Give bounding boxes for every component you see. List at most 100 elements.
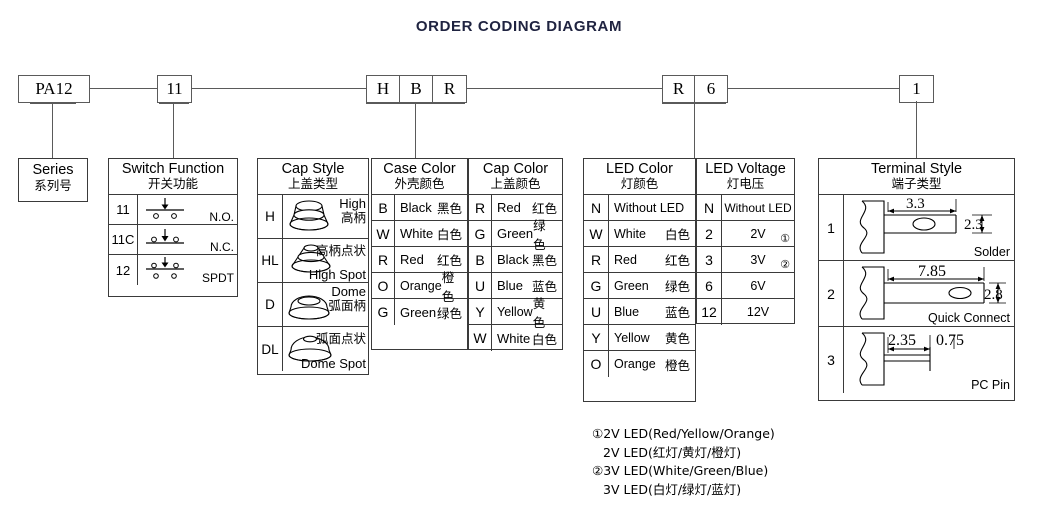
cap-style-label: Dome 弧面柄	[328, 284, 366, 314]
code-underbar-switch	[159, 103, 189, 104]
terminal-quick-connect-icon: 7.85 2.8 Quick Connect	[844, 261, 1014, 326]
table-row[interactable]: HL 高柄点状 High Spot	[258, 239, 368, 284]
table-row[interactable]: N Without LED	[697, 195, 794, 222]
led-color-header: LED Color 灯颜色	[584, 159, 695, 196]
switch-function-header: Switch Function 开关功能	[109, 159, 237, 196]
led-color-name-cn: 红色	[664, 253, 690, 269]
table-row[interactable]: Y Yellow 黄色	[469, 296, 562, 330]
code-droplink-series	[52, 103, 53, 159]
table-row[interactable]: G Green 绿色	[372, 299, 467, 326]
cap-color-name-en: Black	[497, 252, 529, 268]
table-row[interactable]: 3 3V ②	[697, 247, 794, 274]
terminal-solder-icon: 3.3 2.3 Solder	[844, 195, 1014, 260]
code-cell: 1	[912, 79, 921, 98]
page-title: ORDER CODING DIAGRAM	[415, 18, 623, 35]
led-color-name-cn: 白色	[664, 227, 690, 243]
case-color-title-en: Case Color	[383, 161, 456, 177]
terminal-label: Quick Connect	[928, 311, 1010, 326]
table-row[interactable]: U Blue 蓝色	[584, 299, 695, 326]
case-color-name-en: Red	[400, 252, 424, 268]
cap-style-code: HL	[258, 239, 283, 283]
code-box-led[interactable]: R 6	[662, 75, 728, 103]
led-voltage-value: Without LED	[724, 200, 792, 215]
table-row[interactable]: G Green 绿色	[584, 273, 695, 300]
table-row[interactable]: 2 2V ①	[697, 221, 794, 248]
led-voltage-code: N	[697, 195, 722, 221]
table-row[interactable]: Y Yellow 黄色	[584, 325, 695, 352]
table-row[interactable]: 3 2.35 0.75 PC Pin	[819, 327, 1014, 394]
led-color-name-en: Orange	[614, 357, 656, 372]
code-underbar-series	[30, 103, 76, 104]
symbol-spst-nc-icon: N.C.	[138, 225, 237, 254]
cap-color-title-cn: 上盖颜色	[490, 176, 541, 192]
footnote-line: ②3V LED(White/Green/Blue)	[592, 463, 769, 478]
cap-style-label-en: Dome Spot	[300, 356, 366, 372]
cap-style-title-cn: 上盖类型	[287, 176, 338, 192]
series-title-cn: 系列号	[34, 177, 72, 193]
connector-line-1	[88, 88, 158, 89]
led-color-name-cn	[690, 195, 695, 220]
svg-text:2.3: 2.3	[964, 217, 983, 233]
cap-dome-icon	[284, 289, 334, 326]
code-box-cap-case-color[interactable]: H B R	[366, 75, 467, 103]
cap-style-code: H	[258, 195, 283, 239]
cap-style-label-en: High Spot	[308, 267, 366, 283]
table-row[interactable]: D Dome 弧面柄	[258, 283, 368, 328]
led-voltage-title-en: LED Voltage	[705, 161, 786, 177]
table-row[interactable]: 2 7.85 2.8 Quick Connect	[819, 261, 1014, 328]
cap-color-name-cn: 绿色	[533, 217, 546, 252]
table-row[interactable]: W White 白色	[372, 221, 467, 248]
panel-cap-style: Cap Style 上盖类型 H High 高柄 HL 高柄点状 High Sp…	[257, 158, 369, 375]
code-cell: R	[663, 76, 695, 102]
table-row[interactable]: 1 3.3 2.3 Solder	[819, 195, 1014, 262]
table-row[interactable]: 11 N.O.	[109, 195, 237, 226]
terminal-style-header: Terminal Style 端子类型	[819, 159, 1014, 196]
led-color-name-cn: 黄色	[664, 331, 690, 347]
case-color-code: R	[372, 247, 395, 273]
cap-color-name-cn: 白色	[531, 331, 557, 347]
code-droplink-switch	[173, 103, 174, 159]
cap-color-title-en: Cap Color	[482, 161, 549, 177]
connector-line-2	[189, 88, 367, 89]
led-color-code: Y	[584, 325, 609, 351]
code-box-switch[interactable]: 11	[157, 75, 192, 103]
terminal-style-title-en: Terminal Style	[870, 161, 963, 177]
switch-function-title-en: Switch Function	[121, 161, 225, 177]
case-color-name-en: Green	[400, 304, 437, 320]
cap-color-code: Y	[469, 299, 492, 325]
code-droplink-terminal	[916, 101, 917, 159]
case-color-code: O	[372, 273, 395, 299]
table-row[interactable]: O Orange 橙色	[584, 351, 695, 378]
panel-terminal-style: Terminal Style 端子类型 1 3.3 2.3 Solder 2 7…	[818, 158, 1015, 401]
code-box-terminal[interactable]: 1	[899, 75, 934, 103]
led-color-name-en: Green	[614, 278, 649, 293]
table-row[interactable]: R Red 红色	[584, 247, 695, 274]
table-row[interactable]: DL 弧面点状 Dome Spot	[258, 327, 368, 372]
table-row[interactable]: 11C N.C.	[109, 225, 237, 256]
table-row[interactable]: W White 白色	[584, 221, 695, 248]
led-color-name-cn: 蓝色	[664, 305, 690, 321]
cap-style-label-cn: 弧面点状	[315, 331, 366, 347]
table-row[interactable]: 6 6V	[697, 273, 794, 300]
case-color-name-cn: 白色	[436, 227, 462, 243]
table-row[interactable]: N Without LED	[584, 195, 695, 222]
table-row[interactable]: H High 高柄	[258, 195, 368, 240]
table-row[interactable]: G Green 绿色	[469, 217, 562, 252]
table-row[interactable]: 12 SPDT	[109, 255, 237, 286]
table-row[interactable]: B Black 黑色	[469, 247, 562, 274]
footnote-marker-1: ①	[780, 232, 790, 246]
cap-color-name-en: Green	[497, 226, 534, 242]
code-cell: 11	[166, 79, 183, 98]
panel-led-voltage: LED Voltage 灯电压 N Without LED 2 2V ① 3 3…	[696, 158, 795, 326]
table-row[interactable]: O Orange 橙色	[372, 270, 467, 304]
switch-code: 11C	[109, 225, 138, 255]
led-color-name-en: Yellow	[614, 330, 650, 345]
table-row[interactable]: W White 白色	[469, 325, 562, 352]
table-row[interactable]: 12 12V	[697, 299, 794, 326]
code-box-series[interactable]: PA12	[18, 75, 90, 103]
code-cell: H	[367, 76, 400, 102]
cap-color-code: U	[469, 273, 492, 299]
terminal-style-title-cn: 端子类型	[891, 176, 942, 192]
case-color-name-en: Black	[400, 200, 432, 216]
table-row[interactable]: B Black 黑色	[372, 195, 467, 222]
